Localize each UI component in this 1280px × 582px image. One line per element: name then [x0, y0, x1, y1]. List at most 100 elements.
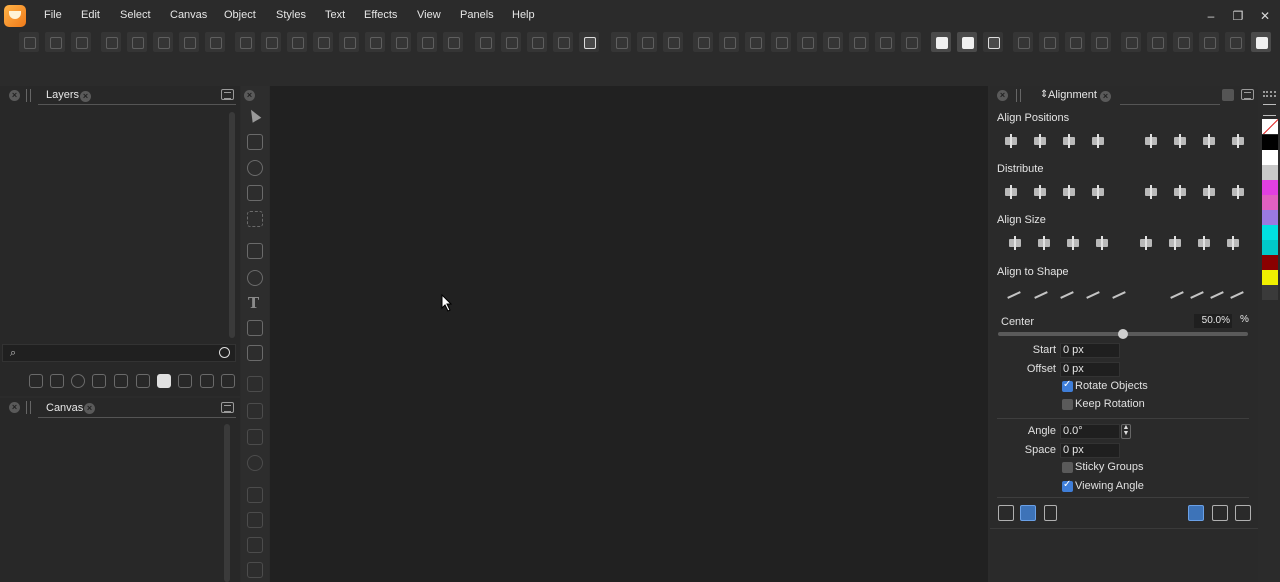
shadow-icon[interactable]: [1039, 32, 1059, 52]
grip-icon[interactable]: [1263, 91, 1276, 97]
mask-icon[interactable]: [579, 32, 599, 52]
canvas-scrollbar[interactable]: [224, 424, 230, 582]
flip-horizontal-icon[interactable]: [101, 32, 121, 52]
rotate-objects-label[interactable]: Rotate Objects: [1075, 380, 1148, 392]
panel-toggle-icon[interactable]: [1251, 32, 1271, 52]
close-tab-icon[interactable]: ×: [1100, 91, 1111, 102]
size-width-center-icon[interactable]: [1167, 236, 1183, 250]
ungroup-icon[interactable]: [501, 32, 521, 52]
brush-tool-icon[interactable]: [247, 376, 263, 392]
shape-align-1-icon[interactable]: [1006, 288, 1022, 302]
color-swatch[interactable]: [1262, 135, 1278, 150]
menu-edit[interactable]: Edit: [81, 9, 100, 21]
grid-tool-icon[interactable]: [247, 537, 263, 553]
exclude-icon[interactable]: [339, 32, 359, 52]
fx-icon[interactable]: [136, 374, 150, 388]
layers-scrollbar[interactable]: [229, 112, 235, 338]
merge-icon[interactable]: [417, 32, 437, 52]
close-panel-icon[interactable]: ×: [244, 90, 255, 101]
gradient-tool-icon[interactable]: [247, 403, 263, 419]
close-panel-icon[interactable]: ×: [9, 90, 20, 101]
center-slider-thumb[interactable]: [1118, 329, 1128, 339]
circle-icon[interactable]: [1173, 32, 1193, 52]
color-swatch[interactable]: [1262, 150, 1278, 165]
distribute-right-icon[interactable]: [1061, 185, 1077, 199]
canvas-tab-label[interactable]: Canvas: [46, 402, 83, 414]
panel-menu-icon[interactable]: [1241, 89, 1254, 100]
drag-handle-icon[interactable]: [1016, 89, 1021, 102]
flip-vertical-icon[interactable]: [127, 32, 147, 52]
color-swatch[interactable]: [1262, 285, 1278, 300]
color-swatch[interactable]: [1262, 270, 1278, 285]
subtract-icon[interactable]: [287, 32, 307, 52]
align-to-selection-icon[interactable]: [998, 505, 1014, 521]
size-width-key-icon[interactable]: [1225, 236, 1241, 250]
color-swatch[interactable]: [1262, 240, 1278, 255]
menu-file[interactable]: File: [44, 9, 62, 21]
play-icon[interactable]: [1222, 89, 1234, 101]
menu-view[interactable]: View: [417, 9, 441, 21]
trash-icon[interactable]: [221, 374, 235, 388]
drag-handle-icon[interactable]: [26, 89, 31, 102]
distribute-top-icon[interactable]: [1143, 185, 1159, 199]
move-tool-icon[interactable]: [247, 185, 263, 201]
bring-to-front-icon[interactable]: [823, 32, 843, 52]
view-tool-icon[interactable]: [247, 455, 263, 471]
distribute-left-icon[interactable]: [1003, 185, 1019, 199]
shape-align-2-icon[interactable]: [1033, 288, 1049, 302]
layers-search-field[interactable]: ⌕: [2, 344, 236, 362]
refresh-icon[interactable]: [71, 32, 91, 52]
transform-icon[interactable]: [205, 32, 225, 52]
size-height-center-icon[interactable]: [1036, 236, 1052, 250]
close-tab-icon[interactable]: ×: [80, 91, 91, 102]
keep-rotation-checkbox[interactable]: [1062, 399, 1073, 410]
menu-panels[interactable]: Panels: [460, 9, 494, 21]
panel-menu-icon[interactable]: [221, 402, 234, 413]
grid-icon[interactable]: [663, 32, 683, 52]
marquee-tool-icon[interactable]: [247, 211, 263, 227]
size-height-min-icon[interactable]: [1065, 236, 1081, 250]
menu-effects[interactable]: Effects: [364, 9, 397, 21]
size-width-max-icon[interactable]: [1138, 236, 1154, 250]
gear-icon[interactable]: [1199, 32, 1219, 52]
menu-object[interactable]: Object: [224, 9, 256, 21]
menu-text[interactable]: Text: [325, 9, 345, 21]
shape-path-1-icon[interactable]: [1169, 288, 1185, 302]
drawing-canvas[interactable]: [270, 86, 988, 582]
restore-button[interactable]: ❐: [1230, 8, 1246, 24]
menu-styles[interactable]: Styles: [276, 9, 306, 21]
node-tool-icon[interactable]: [247, 134, 263, 150]
close-window-button[interactable]: ✕: [1257, 8, 1273, 24]
align-key-h-icon[interactable]: [1090, 134, 1106, 148]
align-center-v-icon[interactable]: [1172, 134, 1188, 148]
shape-align-3-icon[interactable]: [1059, 288, 1075, 302]
union-icon[interactable]: [261, 32, 281, 52]
align-right-icon[interactable]: [1061, 134, 1077, 148]
shape-path-2-icon[interactable]: [1189, 288, 1205, 302]
menu-canvas[interactable]: Canvas: [170, 9, 207, 21]
sticky-groups-checkbox[interactable]: [1062, 462, 1073, 473]
size-height-key-icon[interactable]: [1094, 236, 1110, 250]
slice-tool-icon[interactable]: [247, 487, 263, 503]
close-tab-icon[interactable]: ×: [84, 403, 95, 414]
view-mode-icon[interactable]: [931, 32, 951, 52]
align-key-v-icon[interactable]: [1230, 134, 1246, 148]
shape-align-5-icon[interactable]: [1111, 288, 1127, 302]
pen-tool-icon[interactable]: [247, 243, 263, 259]
color-swatch[interactable]: [1262, 225, 1278, 240]
group-icon[interactable]: [475, 32, 495, 52]
size-width-min-icon[interactable]: [1196, 236, 1212, 250]
ellipse-tool-icon[interactable]: [247, 270, 263, 286]
undo-icon[interactable]: [19, 32, 39, 52]
zoom-icon[interactable]: [219, 347, 230, 358]
copy-layer-icon[interactable]: [178, 374, 192, 388]
trim-icon[interactable]: [391, 32, 411, 52]
align-to-key-object-icon[interactable]: [1020, 505, 1036, 521]
no-color-swatch[interactable]: [1262, 119, 1278, 134]
viewing-angle-checkbox[interactable]: [1062, 479, 1073, 492]
distribute-space-v-icon[interactable]: [1230, 185, 1246, 199]
effects-icon[interactable]: [1013, 32, 1033, 52]
edit-mode-icon[interactable]: [957, 32, 977, 52]
document-icon[interactable]: [1147, 32, 1167, 52]
menu-help[interactable]: Help: [512, 9, 535, 21]
